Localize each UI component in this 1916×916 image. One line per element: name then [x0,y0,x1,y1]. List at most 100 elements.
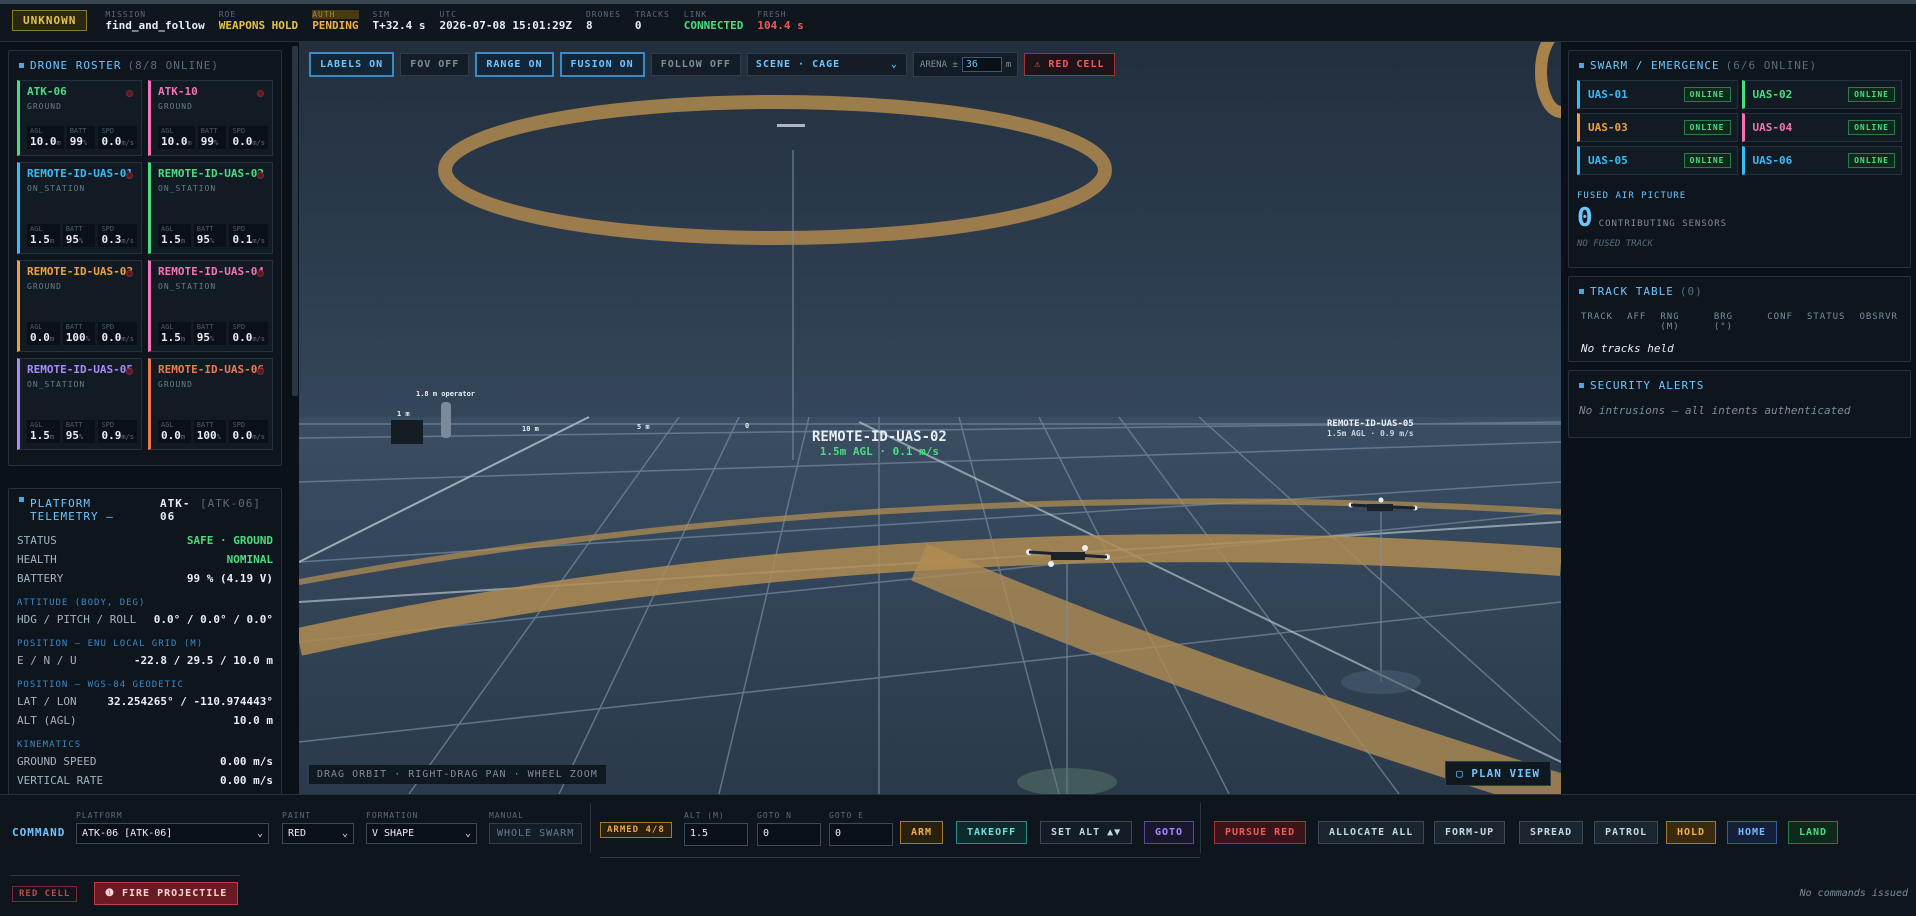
red-cell-button[interactable]: ⚠ RED CELL [1024,53,1115,76]
drone-stats: AGL 0.0m BATT 100% SPD 0.0m/s [158,420,268,443]
arena-control: ARENA ± 36 m [912,52,1019,77]
arena-input[interactable]: 36 [961,57,1002,72]
arm-button[interactable]: ARM [900,821,944,844]
drone-stats: AGL 10.0m BATT 99% SPD 0.0m/s [27,126,137,149]
track-table-header: TRACK TABLE (0) [1569,277,1910,306]
agl-stat: AGL 10.0m [27,126,64,149]
labels-toggle[interactable]: LABELS ON [309,52,395,77]
swarm-unit[interactable]: UAS-02 ONLINE [1741,80,1902,109]
sim-field: SIM T+32.4 s [372,9,426,32]
command-bar: COMMAND PLATFORM ATK-06 [ATK-06] ⌄ PAINT … [0,794,1916,916]
online-badge: ONLINE [1683,87,1731,102]
label-uas-05: REMOTE-ID-UAS-05 1.5m AGL · 0.9 m/s [1327,419,1414,438]
security-alerts-panel: SECURITY ALERTS No intrusions — all inte… [1568,370,1911,438]
drone-card[interactable]: REMOTE-ID-UAS-01 ON_STATION AGL 1.5m BATT 95%… [17,162,142,254]
panel-marker-icon [1579,383,1584,388]
telemetry-id: [ATK-06] [200,497,261,510]
alt-group: ALT (M) 1.5 [684,811,748,846]
divider [10,875,240,876]
status-dot-icon [126,172,133,179]
paint-select[interactable]: RED ⌄ [282,823,354,844]
drone-state: GROUND [27,102,62,111]
swarm-unit[interactable]: UAS-04 ONLINE [1741,113,1902,142]
panel-marker-icon [1579,63,1584,68]
track-column-header[interactable]: RNG (M) [1660,312,1699,332]
controls-hint: DRAG ORBIT · RIGHT-DRAG PAN · WHEEL ZOOM [309,765,606,784]
goto-n-input[interactable]: 0 [757,823,821,846]
drone-card[interactable]: ATK-06 GROUND AGL 10.0m BATT 99% SPD 0.0m/s [17,80,142,156]
platform-select[interactable]: ATK-06 [ATK-06] ⌄ [76,823,269,844]
swarm-unit[interactable]: UAS-01 ONLINE [1577,80,1738,109]
takeoff-button[interactable]: TAKEOFF [956,821,1028,844]
status-dot-icon [126,270,133,277]
formation-select[interactable]: V SHAPE ⌄ [366,823,477,844]
status-dot-icon [257,368,264,375]
follow-toggle[interactable]: FOLLOW OFF [650,53,741,76]
swarm-unit[interactable]: UAS-05 ONLINE [1577,146,1738,175]
home-button[interactable]: HOME [1727,821,1778,844]
marker-10m: 10 m [522,425,539,433]
drone-state: GROUND [158,102,193,111]
track-column-header[interactable]: STATUS [1807,312,1846,332]
drone-card[interactable]: REMOTE-ID-UAS-05 ON_STATION AGL 1.5m BATT 95%… [17,358,142,450]
fused-air-picture: FUSED AIR PICTURE 0 CONTRIBUTING SENSORS … [1569,175,1910,249]
patrol-button[interactable]: PATROL [1594,821,1659,844]
set-alt-button[interactable]: SET ALT ▲▼ [1040,821,1133,844]
batt-stat: BATT 100% [62,322,96,345]
fire-projectile-button[interactable]: ❶ FIRE PROJECTILE [94,882,239,905]
pursue-red-button[interactable]: PURSUE RED [1214,821,1307,844]
spd-stat: SPD 0.0m/s [98,126,137,149]
drone-roster-header: DRONE ROSTER (8/8 ONLINE) [9,51,281,80]
scene-viewport[interactable]: LABELS ON FOV OFF RANGE ON FUSION ON FOL… [299,42,1561,794]
swarm-unit[interactable]: UAS-03 ONLINE [1577,113,1738,142]
drone-card[interactable]: ATK-10 GROUND AGL 10.0m BATT 99% SPD 0.0m/s [148,80,273,156]
panel-marker-icon [19,497,24,502]
track-column-header[interactable]: BRG (°) [1714,312,1753,332]
drone-name: REMOTE-ID-UAS-06 [158,363,264,376]
drone-card[interactable]: REMOTE-ID-UAS-02 ON_STATION AGL 1.5m BATT 95%… [148,162,273,254]
goto-e-input[interactable]: 0 [829,823,893,846]
drone-card[interactable]: REMOTE-ID-UAS-06 GROUND AGL 0.0m BATT 100% SPD… [148,358,273,450]
fused-count: 0 [1577,203,1593,233]
fusion-toggle[interactable]: FUSION ON [559,52,645,77]
spread-button[interactable]: SPREAD [1519,821,1584,844]
plan-view-button[interactable]: ▢ PLAN VIEW [1445,761,1551,786]
track-column-header[interactable]: CONF [1767,312,1793,332]
range-toggle[interactable]: RANGE ON [475,52,554,77]
form-up-button[interactable]: FORM-UP [1434,821,1506,844]
warning-icon: ⚠ [1034,59,1049,70]
spd-stat: SPD 0.0m/s [229,322,268,345]
drone-name: REMOTE-ID-UAS-01 [27,167,133,180]
drone-name: ATK-06 [27,85,67,98]
track-column-header[interactable]: AFF [1627,312,1646,332]
divider [600,857,1200,858]
vertical-rate-row: VERTICAL RATE 0.00 m/s [17,774,273,787]
agl-stat: AGL 0.0m [27,322,60,345]
roster-scrollbar[interactable] [292,46,298,396]
allocate-all-button[interactable]: ALLOCATE ALL [1318,821,1425,844]
drones-value: 8 [585,18,593,32]
track-column-header[interactable]: TRACK [1581,312,1613,332]
agl-stat: AGL 0.0m [158,420,191,443]
scene-select[interactable]: SCENE · CAGE ⌄ [746,53,907,76]
swarm-unit-name: UAS-06 [1752,154,1793,167]
fov-toggle[interactable]: FOV OFF [400,53,470,76]
whole-swarm-button[interactable]: WHOLE SWARM [489,823,583,844]
drone-card[interactable]: REMOTE-ID-UAS-03 GROUND AGL 0.0m BATT 100% SPD… [17,260,142,352]
hold-button[interactable]: HOLD [1666,821,1717,844]
land-button[interactable]: LAND [1788,821,1839,844]
paint-group: PAINT RED ⌄ [282,811,354,844]
alt-input[interactable]: 1.5 [684,823,748,846]
goto-button[interactable]: GOTO [1144,821,1195,844]
drones-field: DRONES 8 [585,9,621,32]
track-column-header[interactable]: OBSRVR [1859,312,1898,332]
drone-state: ON_STATION [27,184,86,193]
drone-card[interactable]: REMOTE-ID-UAS-04 ON_STATION AGL 1.5m BATT 95%… [148,260,273,352]
batt-stat: BATT 95% [193,322,227,345]
security-alerts-message: No intrusions — all intents authenticate… [1579,404,1851,417]
swarm-unit[interactable]: UAS-06 ONLINE [1741,146,1902,175]
telemetry-header: PLATFORM TELEMETRY — ATK-06 [ATK-06] [9,489,281,531]
roe-value: WEAPONS HOLD [218,18,299,32]
tracks-value: 0 [634,18,642,32]
fresh-field: FRESH 104.4 s [757,9,804,32]
